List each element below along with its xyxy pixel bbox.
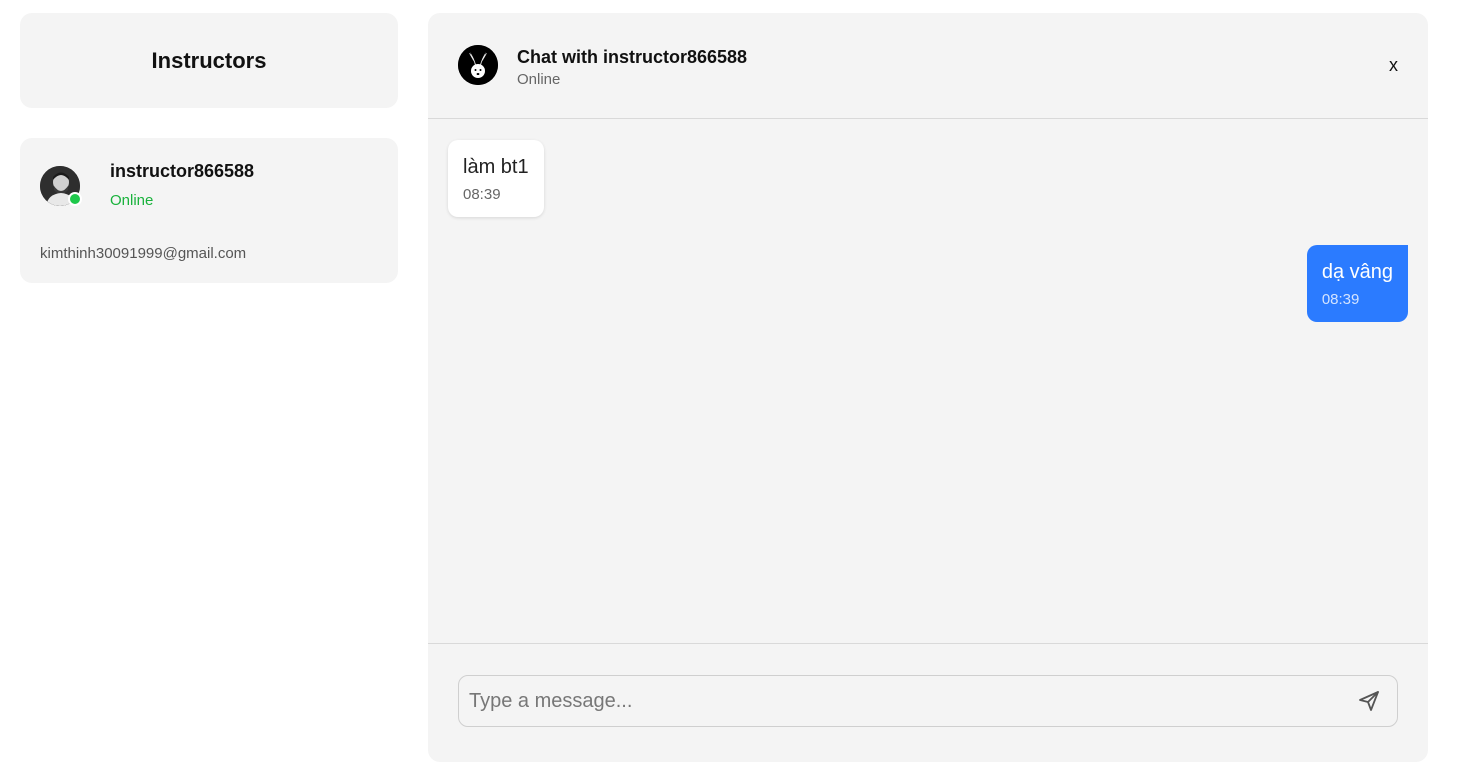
- sidebar-title: Instructors: [151, 47, 267, 73]
- incoming-message: làm bt1 08:39: [448, 140, 544, 217]
- online-status-dot: [68, 192, 82, 206]
- avatar: [40, 166, 82, 206]
- instructor-card[interactable]: instructor866588 Online kimthinh30091999…: [20, 138, 398, 283]
- instructors-sidebar: Instructors instructor866588 Online kimt…: [20, 13, 398, 283]
- chat-panel: Chat with instructor866588 Online x làm …: [428, 13, 1428, 762]
- outgoing-message: dạ vâng 08:39: [1306, 245, 1408, 322]
- message-text: dạ vâng: [1321, 261, 1393, 283]
- instructor-status: Online: [110, 192, 154, 209]
- message-text: làm bt1: [463, 156, 529, 178]
- message-input-wrapper: [458, 675, 1398, 727]
- instructor-email: kimthinh30091999@gmail.com: [40, 245, 247, 262]
- send-icon: [1359, 691, 1379, 711]
- chat-status: Online: [517, 71, 561, 88]
- close-chat-button[interactable]: x: [1389, 55, 1398, 76]
- chat-header: Chat with instructor866588 Online x: [428, 13, 1428, 119]
- sidebar-header: Instructors: [20, 13, 398, 108]
- rabbit-logo-icon: [458, 45, 498, 85]
- message-input[interactable]: [459, 676, 1339, 726]
- message-time: 08:39: [463, 186, 501, 203]
- message-composer: [428, 643, 1428, 762]
- message-list[interactable]: làm bt1 08:39 dạ vâng 08:39: [428, 119, 1428, 643]
- message-time: 08:39: [1321, 291, 1360, 308]
- send-button[interactable]: [1357, 689, 1381, 713]
- instructor-name: instructor866588: [110, 161, 255, 181]
- chat-title: Chat with instructor866588: [517, 47, 748, 67]
